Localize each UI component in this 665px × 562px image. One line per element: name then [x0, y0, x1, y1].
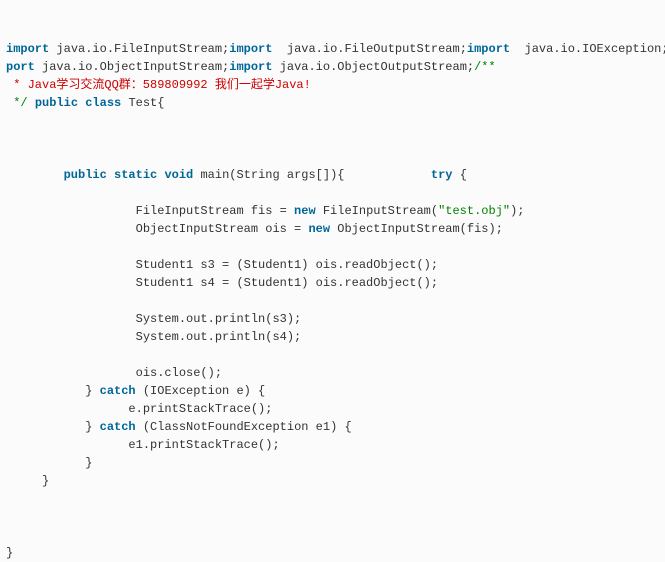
- code-line-2: port java.io.ObjectInputStream;import ja…: [6, 60, 496, 74]
- code-line-8: Student1 s3 = (Student1) ois.readObject(…: [6, 258, 438, 272]
- txt: (ClassNotFoundException e1) {: [136, 420, 352, 434]
- doc-comment-start: /**: [474, 60, 496, 74]
- txt: ObjectInputStream(fis);: [330, 222, 503, 236]
- code-line-17: }: [6, 456, 92, 470]
- code-line-15: } catch (ClassNotFoundException e1) {: [6, 420, 352, 434]
- code-line-19: }: [6, 546, 13, 560]
- code-line-3-comment: * Java学习交流QQ群：589809992 我们一起学Java!: [6, 78, 311, 92]
- txt: Test{: [121, 96, 164, 110]
- code-line-1: import java.io.FileInputStream;import ja…: [6, 42, 665, 56]
- txt: (IOException e) {: [136, 384, 266, 398]
- code-line-11: System.out.println(s4);: [6, 330, 301, 344]
- txt: java.io.FileOutputStream;: [272, 42, 466, 56]
- code-line-4: */ public class Test{: [6, 96, 164, 110]
- txt: java.io.ObjectInputStream;: [35, 60, 229, 74]
- doc-comment-end: */: [6, 96, 28, 110]
- string-literal: "test.obj": [438, 204, 510, 218]
- kw-import: import: [6, 42, 49, 56]
- code-line-7: ObjectInputStream ois = new ObjectInputS…: [6, 222, 503, 236]
- kw-import: import: [229, 42, 272, 56]
- txt: }: [6, 420, 100, 434]
- code-line-16: e1.printStackTrace();: [6, 438, 280, 452]
- kw-import: import: [467, 42, 510, 56]
- txt: ObjectInputStream ois =: [6, 222, 308, 236]
- code-line-14: e.printStackTrace();: [6, 402, 272, 416]
- code-line-5: public static void main(String args[]){ …: [6, 168, 467, 182]
- txt: }: [6, 384, 100, 398]
- code-line-12: ois.close();: [6, 366, 222, 380]
- kw-port: port: [6, 60, 35, 74]
- sp: [107, 168, 114, 182]
- txt: );: [510, 204, 524, 218]
- txt: main(String args[]){: [193, 168, 431, 182]
- code-line-18: }: [6, 474, 49, 488]
- txt: java.io.IOException;: [510, 42, 665, 56]
- code-line-10: System.out.println(s3);: [6, 312, 301, 326]
- kw-public: public: [35, 96, 78, 110]
- sp: [28, 96, 35, 110]
- kw-public: public: [64, 168, 107, 182]
- kw-void: void: [164, 168, 193, 182]
- txt: {: [453, 168, 467, 182]
- code-line-13: } catch (IOException e) {: [6, 384, 265, 398]
- code-line-6: FileInputStream fis = new FileInputStrea…: [6, 204, 525, 218]
- txt: FileInputStream(: [316, 204, 438, 218]
- txt: java.io.FileInputStream;: [49, 42, 229, 56]
- kw-class: class: [85, 96, 121, 110]
- kw-catch: catch: [100, 420, 136, 434]
- kw-static: static: [114, 168, 157, 182]
- kw-catch: catch: [100, 384, 136, 398]
- kw-new: new: [294, 204, 316, 218]
- sp: [6, 168, 64, 182]
- kw-new: new: [308, 222, 330, 236]
- txt: java.io.ObjectOutputStream;: [272, 60, 474, 74]
- txt: FileInputStream fis =: [6, 204, 294, 218]
- kw-try: try: [431, 168, 453, 182]
- code-line-9: Student1 s4 = (Student1) ois.readObject(…: [6, 276, 438, 290]
- kw-import: import: [229, 60, 272, 74]
